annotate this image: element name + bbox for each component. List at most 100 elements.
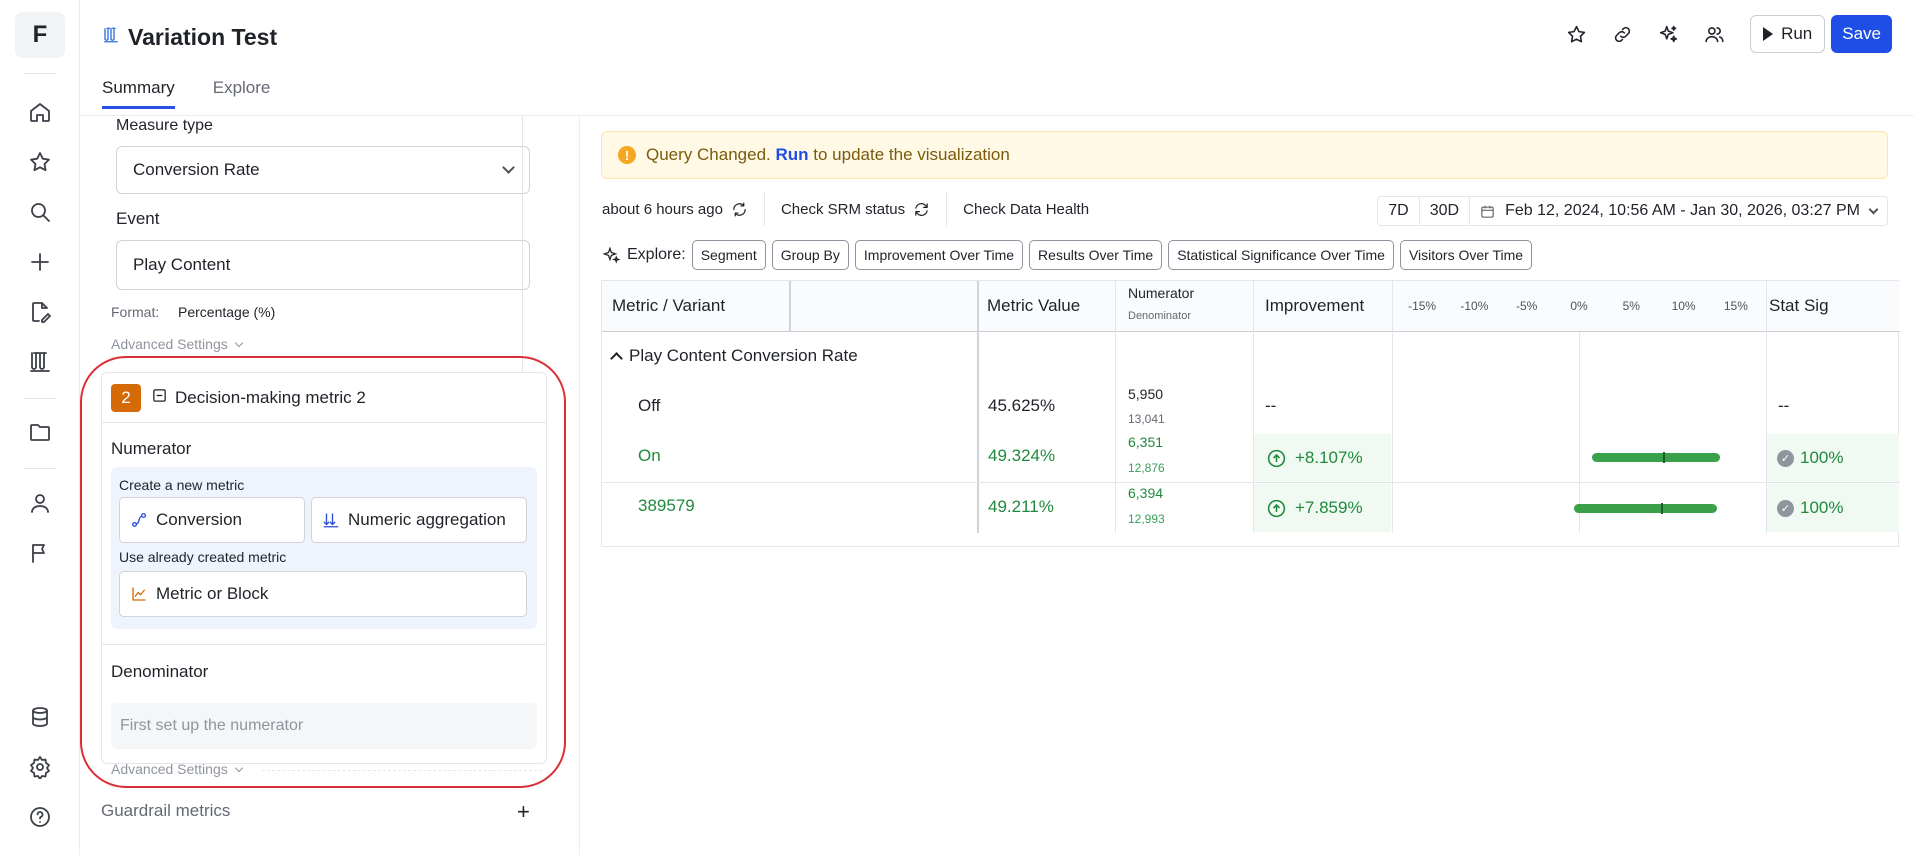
event-value: Play Content [133, 255, 231, 274]
improvement-value: +7.859% [1295, 498, 1363, 517]
warning-icon: ! [618, 146, 636, 164]
add-guardrail-icon[interactable]: + [517, 799, 530, 825]
settings-gear-icon[interactable] [24, 751, 56, 783]
row-divider [602, 482, 1900, 483]
chip-group-by[interactable]: Group By [771, 240, 849, 270]
home-icon[interactable] [24, 96, 56, 128]
chip-segment[interactable]: Segment [691, 240, 766, 270]
check-srm-button[interactable]: Check SRM status [765, 192, 948, 226]
app-root: F Variation Test Summary Explore Run Sav… [0, 0, 1914, 855]
axis-tick-label: -5% [1516, 299, 1538, 313]
refresh-button[interactable]: about 6 hours ago [602, 192, 765, 226]
chevron-up-icon [610, 352, 623, 365]
numerator-options: Create a new metric Conversion Numeric a… [111, 467, 537, 629]
chip-visitors-over-time[interactable]: Visitors Over Time [1399, 240, 1533, 270]
experiments-flask-icon[interactable] [24, 346, 56, 378]
chevron-down-icon [234, 763, 243, 772]
improvement-cell: +8.107% [1254, 434, 1391, 482]
flag-icon[interactable] [24, 537, 56, 569]
check-data-health-button[interactable]: Check Data Health [947, 192, 1105, 226]
metric-value: 45.625% [988, 396, 1056, 415]
search-icon[interactable] [24, 196, 56, 228]
date-range-control: 7D 30D Feb 12, 2024, 10:56 AM - Jan 30, … [1377, 196, 1888, 226]
header-numerator: Numerator [1128, 285, 1195, 301]
column-divider [977, 281, 979, 533]
title-wrap: Variation Test [102, 24, 277, 51]
add-icon[interactable] [24, 246, 56, 278]
arrow-up-circle-icon [1267, 499, 1286, 517]
save-button[interactable]: Save [1831, 15, 1892, 53]
share-users-icon[interactable] [1698, 18, 1730, 50]
advanced-settings-toggle[interactable]: Advanced Settings [111, 336, 243, 352]
card-separator [102, 644, 546, 645]
denominator-label: Denominator [111, 662, 209, 681]
numeric-aggregation-button[interactable]: Numeric aggregation [311, 497, 527, 543]
date-range-picker[interactable]: Feb 12, 2024, 10:56 AM - Jan 30, 2026, 0… [1470, 197, 1887, 225]
column-resizer[interactable] [789, 281, 791, 332]
date-range-text: Feb 12, 2024, 10:56 AM - Jan 30, 2026, 0… [1505, 202, 1860, 219]
app-logo[interactable]: F [15, 12, 65, 58]
chevron-down-icon [1868, 204, 1879, 214]
chevron-down-icon [502, 161, 515, 174]
favorites-star-icon[interactable] [24, 146, 56, 178]
numerator-label: Numerator [111, 439, 192, 458]
chip-results-over-time[interactable]: Results Over Time [1029, 240, 1163, 270]
rail-divider [24, 73, 56, 74]
range-7d-button[interactable]: 7D [1378, 197, 1420, 225]
numeric-aggregation-label: Numeric aggregation [348, 510, 506, 529]
run-button[interactable]: Run [1750, 15, 1826, 53]
event-input[interactable]: Play Content [116, 240, 530, 290]
star-icon[interactable] [1560, 18, 1592, 50]
improvement-cell: +7.859% [1254, 484, 1391, 532]
help-icon[interactable] [24, 801, 56, 833]
improvement-value: +8.107% [1295, 448, 1363, 467]
metric-group-toggle[interactable]: Play Content Conversion Rate [610, 346, 858, 366]
zero-line [1579, 332, 1580, 533]
tab-summary[interactable]: Summary [102, 78, 175, 109]
conversion-button[interactable]: Conversion [119, 497, 305, 543]
measure-type-select[interactable]: Conversion Rate [116, 146, 530, 194]
folder-icon[interactable] [24, 416, 56, 448]
check-srm-label: Check SRM status [780, 200, 906, 218]
chip-stat-sig-over-time[interactable]: Statistical Significance Over Time [1168, 240, 1394, 270]
database-icon[interactable] [24, 701, 56, 733]
check-circle-icon: ✓ [1777, 499, 1794, 517]
range-30d-button[interactable]: 30D [1420, 197, 1471, 225]
explore-label: Explore: [627, 246, 686, 263]
confidence-interval-bar [1591, 452, 1721, 463]
chevron-down-icon [234, 338, 243, 347]
stat-sig-cell: ✓ 100% [1767, 434, 1899, 482]
column-divider [1115, 281, 1116, 533]
axis-tick-label: 5% [1622, 299, 1640, 313]
header-metric-value: Metric Value [987, 281, 1081, 332]
results-table: Metric / Variant Metric Value Numerator … [601, 280, 1900, 547]
metric-number-badge: 2 [111, 383, 141, 412]
user-icon[interactable] [24, 487, 56, 519]
alert-suffix: to update the visualization [813, 145, 1010, 164]
axis-tick-label: -15% [1408, 299, 1437, 313]
calendar-icon [1481, 205, 1494, 218]
chip-improvement-over-time[interactable]: Improvement Over Time [854, 240, 1024, 270]
advanced-settings-label: Advanced Settings [111, 336, 228, 352]
tab-explore[interactable]: Explore [213, 78, 271, 109]
numerator-value: 6,351 [1128, 434, 1164, 450]
ai-sparkle-icon[interactable] [1652, 18, 1684, 50]
alert-run-link[interactable]: Run [775, 145, 808, 164]
tab-bar: Summary Explore [102, 78, 270, 109]
alert-prefix: Query Changed. [646, 145, 771, 164]
sync-icon [915, 202, 928, 216]
card-advanced-settings-toggle[interactable]: Advanced Settings [111, 761, 243, 777]
link-icon[interactable] [1606, 18, 1638, 50]
axis-tick-label: 10% [1671, 299, 1696, 313]
explore-chips: Explore: Segment Group By Improvement Ov… [602, 240, 1533, 270]
edit-document-icon[interactable] [24, 296, 56, 328]
run-button-label: Run [1781, 24, 1813, 43]
table-header-row [602, 281, 1900, 332]
event-label: Event [116, 209, 160, 228]
check-circle-icon: ✓ [1777, 449, 1794, 467]
metric-or-block-label: Metric or Block [156, 584, 269, 603]
metric-or-block-button[interactable]: Metric or Block [119, 571, 527, 617]
stat-sig-value: 100% [1800, 498, 1844, 517]
measure-type-value: Conversion Rate [133, 160, 260, 179]
play-icon [1763, 27, 1774, 41]
